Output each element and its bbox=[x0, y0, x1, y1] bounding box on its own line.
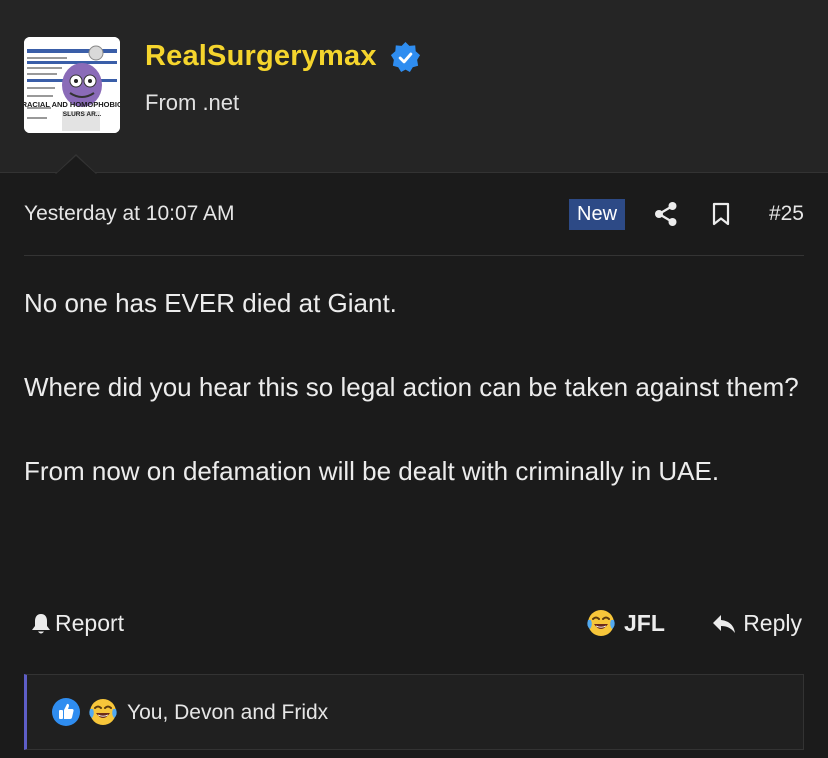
report-label: Report bbox=[55, 610, 125, 636]
reply-button[interactable]: Reply bbox=[711, 610, 802, 637]
jfl-label: JFL bbox=[624, 609, 665, 636]
reactions-bar[interactable]: You, Devon and Fridx bbox=[24, 674, 804, 750]
new-badge: New bbox=[569, 199, 626, 230]
laughing-crying-icon bbox=[587, 610, 615, 636]
avatar-caption-line1: RACIAL AND HOMOPHOBIC bbox=[24, 100, 120, 109]
post-paragraph: From now on defamation will be dealt wit… bbox=[24, 456, 720, 486]
jfl-reaction-button[interactable]: JFL bbox=[586, 608, 665, 638]
avatar[interactable]: RACIAL AND HOMOPHOBIC SLURS AR... bbox=[24, 37, 120, 133]
post-meta-row: Yesterday at 10:07 AM New #25 bbox=[24, 196, 804, 256]
post-paragraph: Where did you hear this so legal action … bbox=[24, 372, 799, 402]
avatar-image: RACIAL AND HOMOPHOBIC SLURS AR... bbox=[24, 37, 120, 133]
user-subtitle: From .net bbox=[145, 90, 240, 115]
post-author-block: RACIAL AND HOMOPHOBIC SLURS AR... RealSu… bbox=[0, 0, 828, 173]
share-icon[interactable] bbox=[654, 201, 678, 227]
reaction-icons bbox=[51, 697, 118, 727]
post-number-link[interactable]: #25 bbox=[769, 202, 804, 226]
bell-icon bbox=[32, 613, 50, 633]
report-button[interactable]: Report bbox=[30, 610, 124, 637]
like-icon bbox=[52, 698, 80, 726]
post-content: No one has EVER died at Giant. Where did… bbox=[24, 282, 804, 534]
reply-arrow-icon bbox=[713, 614, 736, 633]
post-timestamp[interactable]: Yesterday at 10:07 AM bbox=[24, 202, 235, 226]
username-link[interactable]: RealSurgerymax bbox=[145, 40, 377, 73]
speech-arrow-inner bbox=[56, 156, 96, 174]
reaction-users-text[interactable]: You, Devon and Fridx bbox=[127, 701, 328, 725]
post-paragraph: No one has EVER died at Giant. bbox=[24, 288, 397, 318]
avatar-caption-line2: SLURS AR... bbox=[63, 111, 102, 118]
verified-check-icon bbox=[390, 41, 421, 73]
bookmark-icon[interactable] bbox=[711, 202, 731, 226]
reply-label: Reply bbox=[743, 610, 802, 636]
post-actions: Report JFL Reply bbox=[24, 604, 804, 648]
forum-post: RACIAL AND HOMOPHOBIC SLURS AR... RealSu… bbox=[0, 0, 828, 758]
laughing-crying-icon bbox=[89, 699, 117, 725]
